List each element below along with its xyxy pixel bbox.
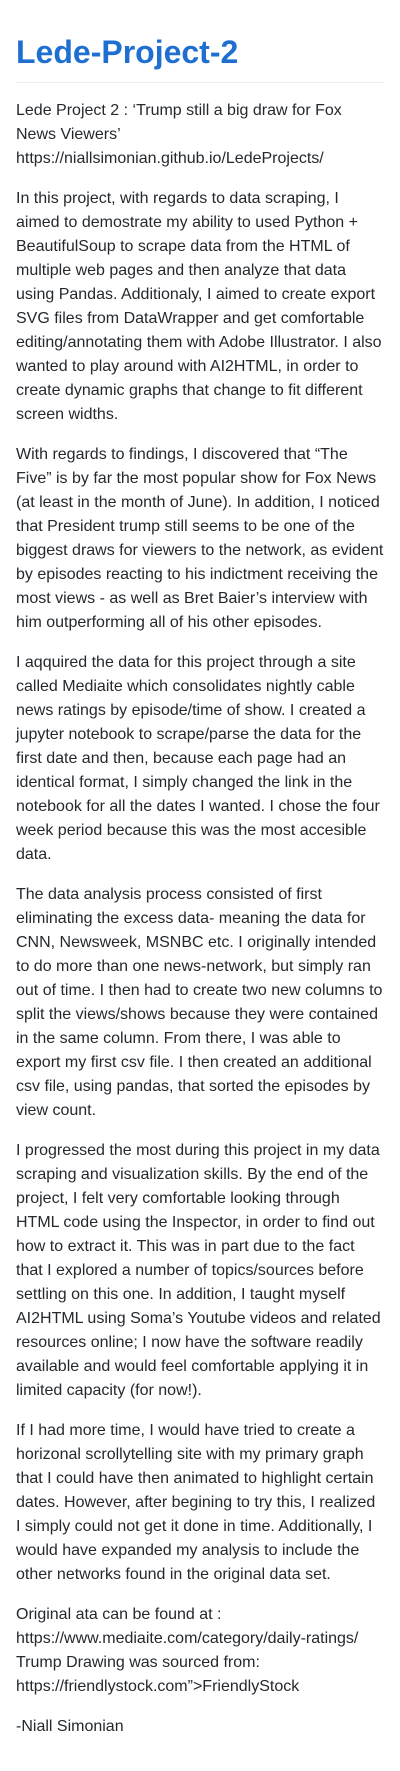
paragraph-progress: I progressed the most during this projec… xyxy=(16,1142,381,1399)
paragraph-goals: In this project, with regards to data sc… xyxy=(16,190,382,423)
sources-paragraph: Original ata can be found at : https://w… xyxy=(16,1603,384,1699)
project-link[interactable]: https://niallsimonian.github.io/LedeProj… xyxy=(16,147,384,171)
paragraph-findings: With regards to findings, I discovered t… xyxy=(16,446,384,631)
page: Lede-Project-2 Lede Project 2 : ‘Trump s… xyxy=(0,0,400,1739)
paragraph-data-acquisition: I aqquired the data for this project thr… xyxy=(16,654,380,863)
intro-paragraph: Lede Project 2 : ‘Trump still a big draw… xyxy=(16,99,384,171)
paragraph-data-analysis: The data analysis process consisted of f… xyxy=(16,886,383,1119)
friendlystock-link[interactable]: https://friendlystock.com”>FriendlyStock xyxy=(16,1675,384,1699)
page-title: Lede-Project-2 xyxy=(16,30,384,83)
signature: -Niall Simonian xyxy=(16,1718,124,1735)
sources-data-label: Original ata can be found at : xyxy=(16,1606,222,1623)
sources-drawing-label: Trump Drawing was sourced from: xyxy=(16,1654,260,1671)
mediaite-link[interactable]: https://www.mediaite.com/category/daily-… xyxy=(16,1627,384,1651)
article-body: Lede Project 2 : ‘Trump still a big draw… xyxy=(16,99,384,1739)
project-title-line: Lede Project 2 : ‘Trump still a big draw… xyxy=(16,102,342,143)
paragraph-more-time: If I had more time, I would have tried t… xyxy=(16,1422,376,1583)
